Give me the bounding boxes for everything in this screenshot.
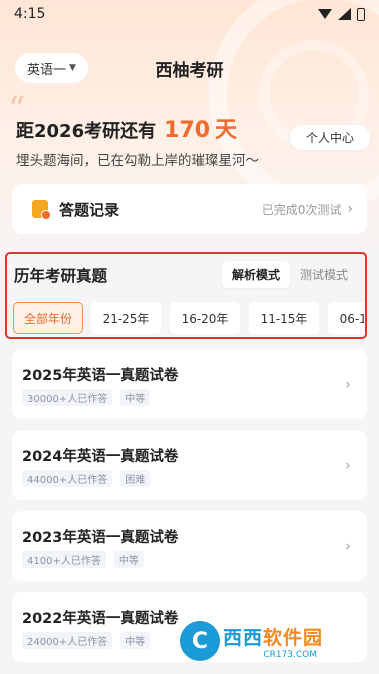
watermark-logo-icon: C — [180, 621, 220, 661]
watermark-main-left: 西西 — [223, 626, 264, 649]
highlight-annotation-box — [5, 252, 367, 339]
paper-tags: 44000+人已作答 困难 — [22, 470, 151, 487]
paper-title: 2024年英语一真题试卷 — [22, 449, 179, 465]
paper-tags: 4100+人已作答 中等 — [22, 551, 144, 568]
paper-title: 2022年英语一真题试卷 — [22, 611, 179, 627]
chevron-right-icon: › — [345, 456, 351, 474]
paper-card[interactable]: 2025年英语一真题试卷 30000+人已作答 中等 › — [12, 349, 367, 419]
record-status: 已完成0次测试 — [261, 202, 342, 217]
participant-count-tag: 24000+人已作答 — [22, 632, 113, 649]
app-title: 西柚考研 — [155, 61, 224, 81]
chevron-right-icon: › — [345, 375, 351, 393]
chevron-right-icon: › — [345, 537, 351, 555]
difficulty-tag: 中等 — [120, 632, 151, 649]
status-time: 4:15 — [14, 6, 46, 22]
paper-card[interactable]: 2024年英语一真题试卷 44000+人已作答 困难 › — [12, 430, 367, 500]
battery-icon — [357, 7, 365, 21]
participant-count-tag: 44000+人已作答 — [22, 470, 113, 487]
record-title: 答题记录 — [59, 200, 120, 219]
signal-icon — [338, 8, 351, 20]
paper-title: 2025年英语一真题试卷 — [22, 368, 179, 384]
motto-text: 埋头题海间，已在勾勒上岸的璀璨星河～ — [16, 153, 259, 169]
countdown-unit: 天 — [215, 118, 238, 143]
difficulty-tag: 困难 — [120, 470, 151, 487]
paper-tags: 24000+人已作答 中等 — [22, 632, 151, 649]
paper-card[interactable]: 2023年英语一真题试卷 4100+人已作答 中等 › — [12, 511, 367, 581]
difficulty-tag: 中等 — [113, 551, 144, 568]
countdown-days: 170 — [164, 118, 211, 143]
watermark-sub: CR173.COM — [263, 649, 318, 660]
site-watermark: C 西西软件园 CR173.COM — [180, 619, 361, 663]
watermark-main-right: 软件园 — [263, 626, 324, 649]
profile-button[interactable]: 个人中心 — [289, 124, 371, 151]
participant-count-tag: 30000+人已作答 — [22, 389, 113, 406]
countdown-prefix: 距2026考研还有 — [16, 121, 157, 142]
participant-count-tag: 4100+人已作答 — [22, 551, 106, 568]
chevron-right-icon: › — [347, 201, 353, 217]
answer-record-card[interactable]: 答题记录 已完成0次测试 › — [12, 184, 367, 234]
exam-countdown: 距2026考研还有 170 天 — [16, 112, 237, 144]
wifi-icon — [318, 9, 332, 19]
paper-title: 2023年英语一真题试卷 — [22, 530, 179, 546]
status-icons — [318, 7, 365, 21]
record-icon — [32, 200, 51, 220]
difficulty-tag: 中等 — [120, 389, 151, 406]
watermark-text: 西西软件园 CR173.COM — [223, 623, 323, 660]
paper-tags: 30000+人已作答 中等 — [22, 389, 151, 406]
status-bar: 4:15 — [0, 0, 379, 28]
